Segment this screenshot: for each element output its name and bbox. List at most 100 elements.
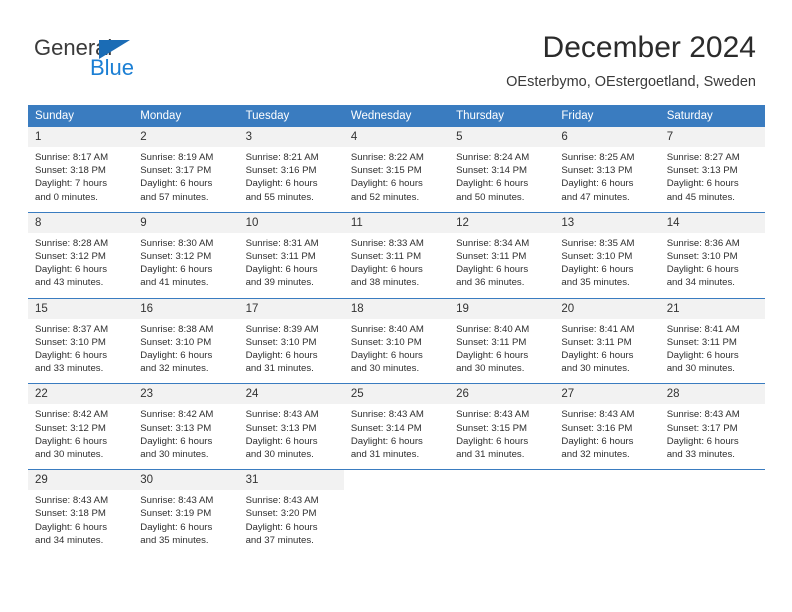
- day-info-daylight-line2: and 35 minutes.: [561, 277, 630, 289]
- day-number: 2: [133, 127, 239, 147]
- day-info-sunrise: Sunrise: 8:30 AM: [140, 237, 214, 249]
- calendar-day-cell[interactable]: 8 Sunrise: 8:28 AM Sunset: 3:12 PM Daylight…: [28, 211, 134, 299]
- day-info-daylight-line1: Daylight: 6 hours: [561, 350, 634, 362]
- calendar-day-cell[interactable]: 29 Sunrise: 8:43 AM Sunset: 3:18 PM Dayligh…: [28, 469, 134, 556]
- calendar-day-cell[interactable]: 21 Sunrise: 8:41 AM Sunset: 3:11 PM Dayligh…: [659, 297, 765, 384]
- day-info: Sunrise: 8:30 AM Sunset: 3:12 PM Daylight:…: [133, 233, 238, 298]
- day-number: 16: [133, 298, 239, 319]
- calendar-empty-cell: [659, 469, 765, 556]
- calendar-day-cell[interactable]: 4 Sunrise: 8:22 AM Sunset: 3:15 PM Daylight…: [343, 127, 450, 213]
- day-info-sunrise: Sunrise: 8:33 AM: [350, 237, 424, 249]
- day-info-daylight-line1: Daylight: 6 hours: [35, 435, 107, 447]
- day-info-sunrise: Sunrise: 8:40 AM: [456, 323, 530, 335]
- day-info-sunrise: Sunrise: 8:31 AM: [245, 237, 319, 249]
- day-info-sunset: Sunset: 3:11 PM: [561, 336, 632, 348]
- calendar-header-row: Sunday Monday Tuesday Wednesday Thursday…: [28, 105, 765, 127]
- day-info: Sunrise: 8:37 AM Sunset: 3:10 PM Daylight:…: [28, 319, 133, 384]
- day-info: Sunrise: 8:41 AM Sunset: 3:11 PM Daylight:…: [554, 319, 659, 384]
- day-number: 9: [133, 212, 239, 233]
- calendar-week-row: 1 Sunrise: 8:17 AM Sunset: 3:18 PM Daylight…: [28, 127, 765, 213]
- day-info-daylight-line2: and 57 minutes.: [140, 191, 209, 203]
- day-info-daylight-line1: Daylight: 6 hours: [350, 264, 423, 276]
- day-info-daylight-line1: Daylight: 6 hours: [456, 178, 529, 190]
- day-number: 5: [449, 127, 555, 147]
- day-info-sunset: Sunset: 3:17 PM: [666, 422, 738, 434]
- day-info-sunrise: Sunrise: 8:22 AM: [350, 152, 424, 163]
- calendar-page: General Blue December 2024 OEsterbymo, O…: [0, 0, 792, 612]
- day-info-sunrise: Sunrise: 8:42 AM: [140, 409, 214, 421]
- day-info-daylight-line1: Daylight: 6 hours: [666, 350, 739, 362]
- day-info-daylight-line1: Daylight: 6 hours: [350, 435, 423, 447]
- day-info: Sunrise: 8:38 AM Sunset: 3:10 PM Daylight:…: [133, 319, 238, 384]
- calendar-day-cell[interactable]: 6 Sunrise: 8:25 AM Sunset: 3:13 PM Daylight…: [554, 127, 660, 213]
- calendar-day-cell[interactable]: 14 Sunrise: 8:36 AM Sunset: 3:10 PM Dayligh…: [659, 211, 765, 299]
- calendar-day-cell[interactable]: 28 Sunrise: 8:43 AM Sunset: 3:17 PM Dayligh…: [659, 383, 765, 470]
- day-info-sunrise: Sunrise: 8:43 AM: [245, 409, 319, 421]
- calendar-day-cell[interactable]: 19 Sunrise: 8:40 AM Sunset: 3:11 PM Dayligh…: [449, 297, 555, 384]
- day-info: Sunrise: 8:28 AM Sunset: 3:12 PM Daylight:…: [28, 233, 133, 298]
- calendar-day-cell[interactable]: 10 Sunrise: 8:31 AM Sunset: 3:11 PM Dayligh…: [238, 211, 344, 299]
- day-info-daylight-line2: and 50 minutes.: [456, 191, 525, 203]
- day-info-daylight-line2: and 30 minutes.: [456, 363, 525, 375]
- calendar-day-cell[interactable]: 24 Sunrise: 8:43 AM Sunset: 3:13 PM Dayligh…: [238, 383, 344, 470]
- calendar-day-cell[interactable]: 15 Sunrise: 8:37 AM Sunset: 3:10 PM Dayligh…: [28, 297, 134, 384]
- calendar-day-cell[interactable]: 2 Sunrise: 8:19 AM Sunset: 3:17 PM Daylight…: [133, 127, 239, 213]
- calendar-day-cell[interactable]: 12 Sunrise: 8:34 AM Sunset: 3:11 PM Dayligh…: [449, 211, 555, 299]
- day-info: Sunrise: 8:43 AM Sunset: 3:17 PM Daylight:…: [660, 404, 765, 469]
- day-info-daylight-line1: Daylight: 6 hours: [350, 178, 423, 190]
- day-info: Sunrise: 8:43 AM Sunset: 3:19 PM Daylight:…: [133, 490, 238, 555]
- day-info-daylight-line1: Daylight: 6 hours: [350, 350, 423, 362]
- day-info-daylight-line2: and 30 minutes.: [666, 363, 735, 375]
- weekday-header-thursday: Thursday: [449, 105, 555, 127]
- day-number: 1: [28, 127, 134, 147]
- day-number: 23: [133, 384, 239, 405]
- calendar-day-cell[interactable]: 13 Sunrise: 8:35 AM Sunset: 3:10 PM Dayligh…: [554, 211, 660, 299]
- day-info-daylight-line2: and 55 minutes.: [245, 191, 314, 203]
- day-info-sunrise: Sunrise: 8:39 AM: [245, 323, 319, 335]
- day-info-sunrise: Sunrise: 8:40 AM: [350, 323, 424, 335]
- calendar-day-cell[interactable]: 1 Sunrise: 8:17 AM Sunset: 3:18 PM Daylight…: [28, 127, 134, 213]
- day-info-daylight-line2: and 30 minutes.: [561, 363, 630, 375]
- calendar-day-cell[interactable]: 16 Sunrise: 8:38 AM Sunset: 3:10 PM Dayligh…: [133, 297, 239, 384]
- day-info-sunset: Sunset: 3:14 PM: [456, 165, 528, 177]
- day-info: Sunrise: 8:40 AM Sunset: 3:10 PM Daylight:…: [344, 319, 449, 384]
- day-info: Sunrise: 8:24 AM Sunset: 3:14 PM Daylight:…: [449, 147, 554, 212]
- day-info-daylight-line1: Daylight: 6 hours: [666, 264, 739, 276]
- calendar-day-cell[interactable]: 17 Sunrise: 8:39 AM Sunset: 3:10 PM Dayligh…: [238, 297, 344, 384]
- day-info-daylight-line2: and 32 minutes.: [140, 363, 209, 375]
- calendar-day-cell[interactable]: 5 Sunrise: 8:24 AM Sunset: 3:14 PM Daylight…: [449, 127, 555, 213]
- day-info-sunrise: Sunrise: 8:43 AM: [35, 495, 109, 507]
- calendar-day-cell[interactable]: 25 Sunrise: 8:43 AM Sunset: 3:14 PM Dayligh…: [343, 383, 450, 470]
- day-info-daylight-line2: and 31 minutes.: [456, 449, 525, 461]
- calendar-day-cell[interactable]: 31 Sunrise: 8:43 AM Sunset: 3:20 PM Dayligh…: [238, 469, 344, 556]
- day-info-sunrise: Sunrise: 8:36 AM: [666, 237, 740, 249]
- day-info: [449, 490, 554, 552]
- day-number: 11: [343, 212, 450, 233]
- calendar-day-cell[interactable]: 3 Sunrise: 8:21 AM Sunset: 3:16 PM Daylight…: [238, 127, 344, 213]
- calendar-day-cell[interactable]: 22 Sunrise: 8:42 AM Sunset: 3:12 PM Dayligh…: [28, 383, 134, 470]
- day-info-sunrise: Sunrise: 8:28 AM: [35, 237, 109, 249]
- calendar-day-cell[interactable]: 26 Sunrise: 8:43 AM Sunset: 3:15 PM Dayligh…: [449, 383, 555, 470]
- calendar-day-cell[interactable]: 20 Sunrise: 8:41 AM Sunset: 3:11 PM Dayligh…: [554, 297, 660, 384]
- calendar-day-cell[interactable]: 18 Sunrise: 8:40 AM Sunset: 3:10 PM Dayligh…: [343, 297, 450, 384]
- calendar-day-cell[interactable]: 9 Sunrise: 8:30 AM Sunset: 3:12 PM Daylight…: [133, 211, 239, 299]
- brand-logo[interactable]: General Blue: [34, 36, 224, 86]
- day-info: Sunrise: 8:43 AM Sunset: 3:20 PM Daylight:…: [239, 490, 344, 555]
- calendar-day-cell[interactable]: 11 Sunrise: 8:33 AM Sunset: 3:11 PM Dayligh…: [343, 211, 450, 299]
- calendar-day-cell[interactable]: 7 Sunrise: 8:27 AM Sunset: 3:13 PM Daylight…: [659, 127, 765, 213]
- day-info-daylight-line1: Daylight: 6 hours: [140, 435, 213, 447]
- day-info-sunset: Sunset: 3:10 PM: [245, 336, 317, 348]
- day-info-sunrise: Sunrise: 8:17 AM: [35, 152, 109, 163]
- calendar-day-cell[interactable]: 30 Sunrise: 8:43 AM Sunset: 3:19 PM Dayligh…: [133, 469, 239, 556]
- day-number: 25: [343, 384, 450, 405]
- day-info-sunset: Sunset: 3:13 PM: [140, 422, 212, 434]
- day-info-daylight-line1: Daylight: 6 hours: [140, 521, 213, 533]
- day-info-daylight-line2: and 37 minutes.: [245, 534, 314, 546]
- day-info-daylight-line2: and 31 minutes.: [350, 449, 420, 461]
- day-info-sunset: Sunset: 3:15 PM: [350, 165, 422, 177]
- day-number: 26: [449, 384, 555, 405]
- calendar-day-cell[interactable]: 23 Sunrise: 8:42 AM Sunset: 3:13 PM Dayligh…: [133, 383, 239, 470]
- day-info-daylight-line1: Daylight: 7 hours: [35, 178, 107, 190]
- calendar-day-cell[interactable]: 27 Sunrise: 8:43 AM Sunset: 3:16 PM Dayligh…: [554, 383, 660, 470]
- day-info-sunrise: Sunrise: 8:41 AM: [561, 323, 635, 335]
